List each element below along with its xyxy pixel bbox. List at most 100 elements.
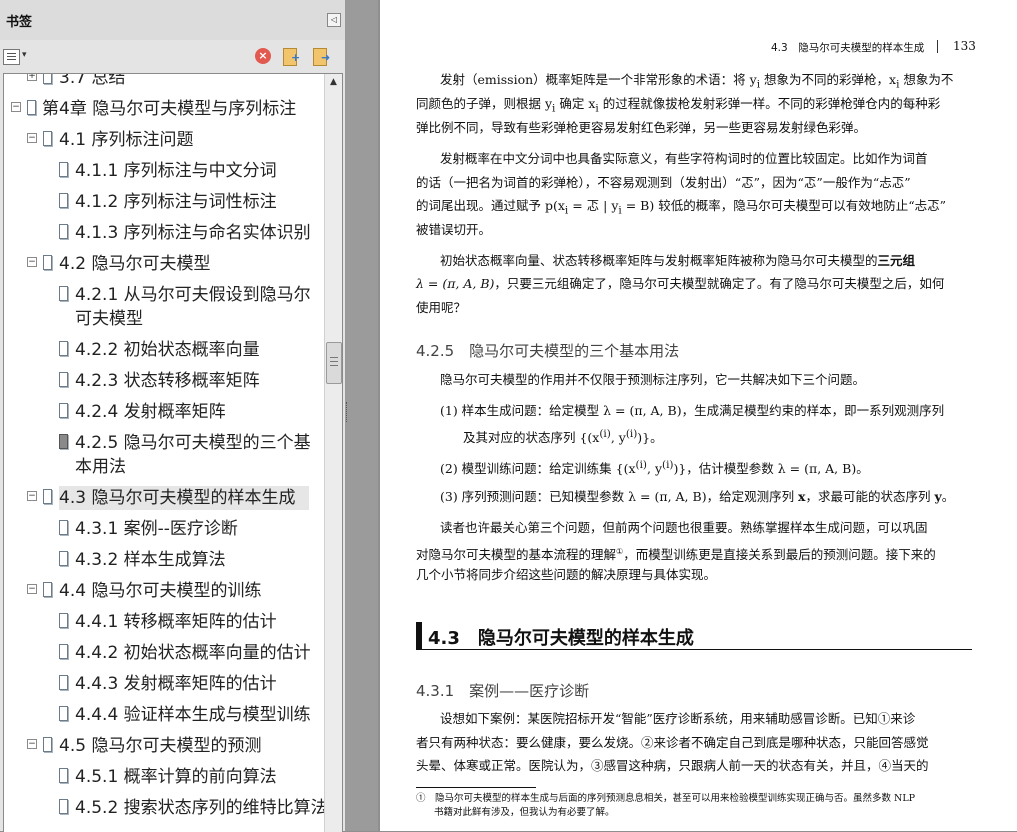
- bookmark-icon: [43, 737, 52, 752]
- paragraph-line: 者只有两种状态：要么健康，要么发烧。②来诊者不确定自己到底是哪种状态，只能回答感…: [416, 735, 929, 750]
- bookmark-icon: [59, 372, 68, 387]
- text-run: 同颜色的子弹，则根据 y: [416, 96, 553, 111]
- bookmark-label: 4.1.1 序列标注与中文分词: [75, 161, 277, 181]
- text-run: (2) 模型训练问题：给定训练集 {(x: [440, 461, 636, 477]
- bookmark-label: 4.4.4 验证样本生成与模型训练: [75, 705, 311, 725]
- delete-bookmark-icon[interactable]: ×: [255, 48, 271, 64]
- paragraph-line: 被错误切开。: [416, 222, 492, 237]
- tree-scrollbar[interactable]: ▲: [324, 74, 342, 832]
- text-run: )}。: [637, 430, 663, 446]
- bookmark-item[interactable]: 4.5.2 搜索状态序列的维特比算法: [4, 796, 328, 827]
- splitter-grip[interactable]: [346, 402, 349, 422]
- bookmark-label: 4.5.2 搜索状态序列的维特比算法: [75, 798, 328, 818]
- text-run: 初始状态概率向量、状态转移概率矩阵与发射概率矩阵被称为隐马尔可夫模型的: [440, 253, 878, 268]
- bookmark-label: 4.2.2 初始状态概率向量: [75, 340, 260, 360]
- heading-bar: [416, 622, 422, 649]
- bookmark-label: 4.1.2 序列标注与词性标注: [75, 192, 277, 212]
- bookmark-item[interactable]: − 4.5 隐马尔可夫模型的预测: [4, 734, 322, 765]
- panel-header: 书签 ◁: [0, 0, 345, 40]
- text-run: ，只要三元组确定了，隐马尔可夫模型就确定了。有了隐马尔可夫模型之后，如何: [494, 276, 945, 291]
- bookmark-item[interactable]: 4.3.1 案例--医疗诊断: [4, 517, 322, 548]
- collapse-toggle-icon[interactable]: −: [27, 491, 37, 501]
- bookmark-icon: [43, 582, 52, 597]
- bookmark-item[interactable]: − 4.4 隐马尔可夫模型的训练: [4, 579, 322, 610]
- bookmark-item[interactable]: 4.4.2 初始状态概率向量的估计: [4, 641, 322, 672]
- bookmark-label: 4.4 隐马尔可夫模型的训练: [59, 581, 262, 601]
- bookmark-item[interactable]: − 第4章 隐马尔可夫模型与序列标注: [4, 97, 322, 128]
- bookmark-label: 4.2.1 从马尔可夫假设到隐马尔可夫模型: [75, 285, 311, 329]
- paragraph-line: 几个小节将同步介绍这些问题的解决原理与具体实现。: [416, 567, 717, 582]
- bookmark-item[interactable]: 4.3.2 样本生成算法: [4, 548, 322, 579]
- bookmark-item[interactable]: 4.1.3 序列标注与命名实体识别: [4, 221, 322, 252]
- bookmark-icon: [59, 286, 68, 301]
- bookmark-item[interactable]: 4.1.1 序列标注与中文分词: [4, 159, 322, 190]
- bookmark-item[interactable]: 4.2.2 初始状态概率向量: [4, 338, 322, 369]
- panel-title: 书签: [6, 15, 33, 30]
- bookmark-icon: [59, 551, 68, 566]
- bookmark-item[interactable]: 4.2.5 隐马尔可夫模型的三个基本用法: [4, 431, 322, 487]
- text-run: 对隐马尔可夫模型的基本流程的理解: [416, 547, 617, 563]
- bold-term: 三元组: [877, 253, 916, 268]
- header-separator: [937, 40, 938, 53]
- collapse-toggle-icon[interactable]: −: [27, 257, 37, 267]
- expand-bookmark-icon[interactable]: ➜: [313, 48, 333, 66]
- scroll-up-icon[interactable]: ▲: [325, 74, 342, 90]
- bookmark-icon: [43, 74, 52, 84]
- paragraph-line: 读者也许最关心第三个问题，但前两个问题也很重要。熟练掌握样本生成问题，可以巩固: [440, 520, 928, 535]
- section-heading-4-3-1: 4.3.1 案例——医疗诊断: [416, 682, 590, 700]
- bookmark-item[interactable]: − 4.2 隐马尔可夫模型: [4, 252, 322, 283]
- text-run: 确定 x: [555, 96, 596, 111]
- bookmark-label: 4.4.3 发射概率矩阵的估计: [75, 674, 277, 694]
- paragraph-line: 发射概率在中文分词中也具备实际意义，有些字符构词时的位置比较固定。比如作为词首: [440, 151, 928, 166]
- bookmark-label: 4.4.2 初始状态概率向量的估计: [75, 643, 311, 663]
- bookmark-icon: [59, 706, 68, 721]
- text-run: ，求最可能的状态序列: [805, 489, 935, 504]
- bookmark-item[interactable]: 4.5.1 概率计算的前向算法: [4, 765, 322, 796]
- bookmark-item[interactable]: 4.2.1 从马尔可夫假设到隐马尔可夫模型: [4, 283, 322, 339]
- bookmark-item[interactable]: 4.2.4 发射概率矩阵: [4, 400, 322, 431]
- footnote-line: 书籍对此鲜有涉及，但我认为有必要了解。: [434, 807, 615, 818]
- collapse-toggle-icon[interactable]: −: [11, 102, 21, 112]
- bookmark-item[interactable]: 4.1.2 序列标注与词性标注: [4, 190, 322, 221]
- text-run: 想象为不: [899, 72, 954, 87]
- panel-splitter[interactable]: [346, 0, 378, 831]
- bookmark-item[interactable]: − 4.1 序列标注问题: [4, 128, 322, 159]
- text-run: 。: [941, 489, 955, 504]
- text-run: ，而模型训练更是直接关系到最后的预测问题。接下来的: [623, 547, 936, 563]
- bold-var: x: [798, 489, 806, 504]
- footnote-line: ① 隐马尔可夫模型的样本生成与后面的序列预测息息相关，甚至可以用来检验模型训练实…: [416, 793, 916, 804]
- bookmark-icon: [59, 644, 68, 659]
- bookmark-label: 4.5 隐马尔可夫模型的预测: [59, 736, 262, 756]
- superscript: (i): [599, 428, 611, 440]
- scroll-thumb[interactable]: [326, 342, 342, 384]
- text-run: = B) 较低的概率，隐马尔可夫模型可以有效地防止“忐忑”: [621, 198, 946, 213]
- running-header: 4.3 隐马尔可夫模型的样本生成: [771, 42, 925, 54]
- collapse-toggle-icon[interactable]: −: [27, 739, 37, 749]
- bookmark-icon: [59, 768, 68, 783]
- bookmark-item[interactable]: +3.7 总结: [4, 74, 322, 97]
- collapse-toggle-icon[interactable]: −: [27, 584, 37, 594]
- bookmark-label: 4.5.1 概率计算的前向算法: [75, 767, 277, 787]
- bookmark-item[interactable]: − 4.3 隐马尔可夫模型的样本生成: [4, 486, 322, 517]
- bookmark-item[interactable]: 4.2.3 状态转移概率矩阵: [4, 369, 322, 400]
- bookmark-item[interactable]: 4.4.3 发射概率矩阵的估计: [4, 672, 322, 703]
- bookmark-label: 4.4.1 转移概率矩阵的估计: [75, 612, 277, 632]
- collapse-toggle-icon[interactable]: −: [27, 133, 37, 143]
- paragraph-line: 隐马尔可夫模型的作用并不仅限于预测标注序列，它一共解决如下三个问题。: [440, 372, 866, 387]
- options-menu-button[interactable]: ▾: [3, 48, 31, 66]
- bookmark-icon: [43, 489, 52, 504]
- superscript: (i): [625, 428, 638, 440]
- bookmark-icon: [59, 520, 68, 535]
- paragraph-line: 对隐马尔可夫模型的基本流程的理解①，而模型训练更是直接关系到最后的预测问题。接下…: [416, 544, 936, 563]
- bookmark-label: 4.2.4 发射概率矩阵: [75, 402, 226, 422]
- superscript: (i): [662, 459, 674, 471]
- bookmark-tree-container: +3.7 总结 − 第4章 隐马尔可夫模型与序列标注 − 4.1 序列标注问题 4.1.1…: [3, 73, 343, 832]
- new-bookmark-icon[interactable]: +: [283, 48, 303, 66]
- bookmark-item[interactable]: 4.4.1 转移概率矩阵的估计: [4, 610, 322, 641]
- expand-toggle-icon[interactable]: +: [27, 74, 37, 81]
- collapse-panel-icon[interactable]: ◁: [327, 13, 341, 27]
- bookmark-icon: [59, 341, 68, 356]
- section-heading-4-2-5: 4.2.5 隐马尔可夫模型的三个基本用法: [416, 342, 680, 360]
- bookmark-item[interactable]: 4.4.4 验证样本生成与模型训练: [4, 703, 322, 734]
- bold-var: y: [934, 489, 942, 504]
